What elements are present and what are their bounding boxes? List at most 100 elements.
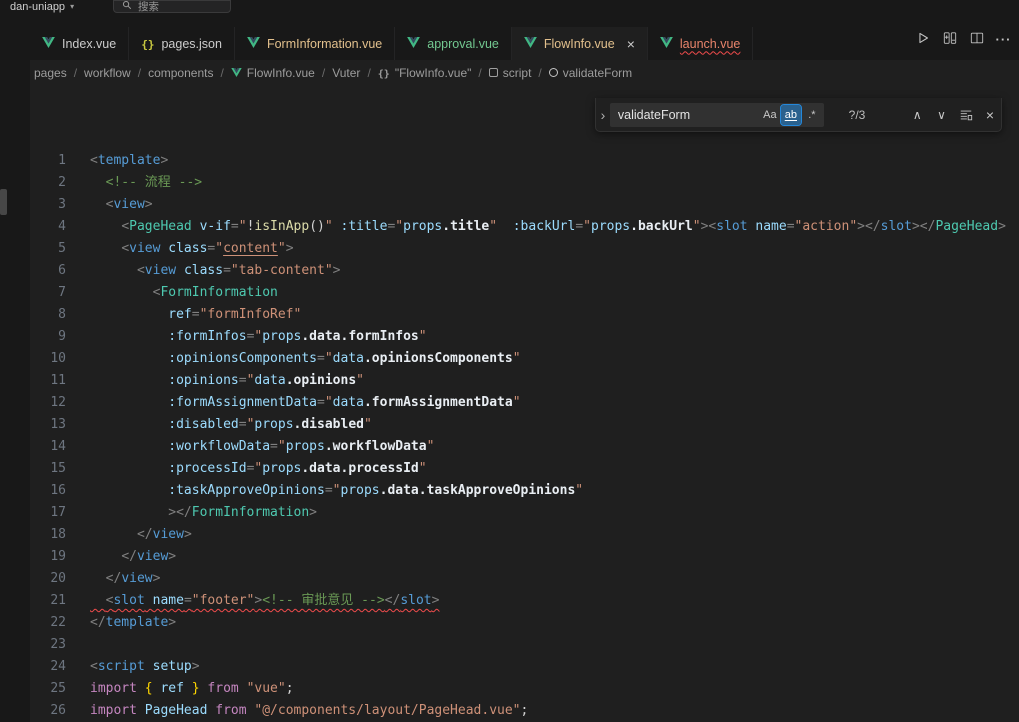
open-changes-button[interactable]: [936, 27, 963, 51]
tab-Index.vue[interactable]: Index.vue: [30, 27, 129, 60]
code-line[interactable]: 22</template>: [30, 612, 1019, 634]
sidebar-scrollbar-thumb[interactable]: [0, 189, 7, 215]
code-line[interactable]: 14 :workflowData="props.workflowData": [30, 436, 1019, 458]
code-line[interactable]: 19 </view>: [30, 546, 1019, 568]
breadcrumb: pages / workflow / components / FlowInfo.vue / V…: [30, 60, 1019, 86]
code-line[interactable]: 7 <FormInformation: [30, 282, 1019, 304]
close-find-widget-button[interactable]: ×: [979, 103, 1001, 127]
code-line[interactable]: 3 <view>: [30, 194, 1019, 216]
breadcrumb-separator: /: [478, 66, 481, 80]
breadcrumb-separator: /: [538, 66, 541, 80]
breadcrumb-label: FlowInfo.vue: [247, 66, 315, 80]
code-line[interactable]: 18 </view>: [30, 524, 1019, 546]
breadcrumb-separator: /: [220, 66, 223, 80]
code-text: import PageHead from "@/components/layou…: [66, 700, 528, 722]
tab-pages.json[interactable]: {}pages.json: [129, 27, 235, 60]
tab-FlowInfo.vue[interactable]: FlowInfo.vue×: [512, 27, 648, 60]
code-text: <script setup>: [66, 656, 200, 678]
breadcrumb-item-pages[interactable]: pages: [34, 66, 67, 80]
toggle-replace-icon[interactable]: ›: [596, 98, 610, 131]
line-number: 4: [30, 216, 66, 238]
line-number: 20: [30, 568, 66, 590]
sidebar-edge: [0, 13, 30, 722]
line-number: 5: [30, 238, 66, 260]
split-editor-button[interactable]: [963, 27, 990, 51]
code-text: <view>: [66, 194, 153, 216]
code-line[interactable]: 12 :formAssignmentData="data.formAssignm…: [30, 392, 1019, 414]
tab-label: Index.vue: [62, 37, 116, 51]
vue-file-icon: [524, 37, 537, 51]
run-icon: [916, 31, 930, 48]
breadcrumb-label: components: [148, 66, 213, 80]
next-match-button[interactable]: ∨: [930, 103, 952, 127]
previous-match-button[interactable]: ∧: [906, 103, 928, 127]
code-line[interactable]: 15 :processId="props.data.processId": [30, 458, 1019, 480]
line-number: 15: [30, 458, 66, 480]
code-line[interactable]: 9 :formInfos="props.data.formInfos": [30, 326, 1019, 348]
line-number: 24: [30, 656, 66, 678]
code-text: [66, 634, 90, 656]
code-line[interactable]: 13 :disabled="props.disabled": [30, 414, 1019, 436]
code-text: <slot name="footer"><!-- 审批意见 --></slot>: [66, 590, 439, 612]
code-line[interactable]: 1<template>: [30, 150, 1019, 172]
symbol-function-icon: [549, 66, 558, 80]
code-text: <!-- 流程 -->: [66, 172, 202, 194]
more-actions-button[interactable]: ···: [990, 27, 1017, 51]
match-case-button[interactable]: Aa: [760, 105, 780, 125]
code-text: :opinionsComponents="data.opinionsCompon…: [66, 348, 521, 370]
code-line[interactable]: 26import PageHead from "@/components/lay…: [30, 700, 1019, 722]
breadcrumb-item-components[interactable]: components: [148, 66, 213, 80]
code-text: </template>: [66, 612, 176, 634]
code-line[interactable]: 4 <PageHead v-if="!isInApp()" :title="pr…: [30, 216, 1019, 238]
breadcrumb-item-FlowInfo.vue[interactable]: FlowInfo.vue: [231, 66, 315, 80]
tab-label: approval.vue: [427, 37, 499, 51]
editor-pane[interactable]: 1<template>2 <!-- 流程 -->3 <view>4 <PageH…: [30, 86, 1019, 722]
line-number: 11: [30, 370, 66, 392]
code-text: </view>: [66, 568, 160, 590]
code-line[interactable]: 6 <view class="tab-content">: [30, 260, 1019, 282]
line-number: 12: [30, 392, 66, 414]
code-line[interactable]: 10 :opinionsComponents="data.opinionsCom…: [30, 348, 1019, 370]
breadcrumb-item-script[interactable]: script: [489, 66, 532, 80]
code-line[interactable]: 21 <slot name="footer"><!-- 审批意见 --></sl…: [30, 590, 1019, 612]
app-menu[interactable]: dan-uniapp ▾: [10, 0, 74, 13]
vue-file-icon: [231, 66, 242, 80]
breadcrumb-item-Vuter[interactable]: Vuter: [332, 66, 360, 80]
regex-button[interactable]: .*: [802, 105, 822, 125]
tab-bar-tabs: Index.vue {}pages.jsonFormInformation.vue…: [30, 27, 753, 60]
breadcrumb-separator: /: [138, 66, 141, 80]
titlebar-search-label: 搜索: [138, 0, 159, 13]
close-tab-icon[interactable]: ×: [627, 37, 635, 51]
line-number: 22: [30, 612, 66, 634]
code-line[interactable]: 25import { ref } from "vue";: [30, 678, 1019, 700]
breadcrumb-item-FlowInfo.vue[interactable]: {}"FlowInfo.vue": [378, 66, 472, 80]
code-line[interactable]: 24<script setup>: [30, 656, 1019, 678]
code-line[interactable]: 11 :opinions="data.opinions": [30, 370, 1019, 392]
line-number: 26: [30, 700, 66, 722]
run-button[interactable]: [909, 27, 936, 51]
code-text: <FormInformation: [66, 282, 278, 304]
code-text: :workflowData="props.workflowData": [66, 436, 434, 458]
code-area[interactable]: 1<template>2 <!-- 流程 -->3 <view>4 <PageH…: [30, 86, 1019, 722]
tab-FormInformation.vue[interactable]: FormInformation.vue: [235, 27, 395, 60]
line-number: 1: [30, 150, 66, 172]
json-file-icon: {}: [141, 37, 154, 51]
tab-approval.vue[interactable]: approval.vue: [395, 27, 512, 60]
code-line[interactable]: 2 <!-- 流程 -->: [30, 172, 1019, 194]
breadcrumb-item-workflow[interactable]: workflow: [84, 66, 131, 80]
code-line[interactable]: 5 <view class="content">: [30, 238, 1019, 260]
find-in-selection-button[interactable]: [955, 103, 977, 127]
tab-launch.vue[interactable]: launch.vue: [648, 27, 753, 60]
whole-word-button[interactable]: ab: [781, 105, 801, 125]
breadcrumb-label: script: [503, 66, 532, 80]
find-widget: › Aa ab .* ?/3 ∧ ∨ ×: [595, 98, 1002, 132]
code-line[interactable]: 23: [30, 634, 1019, 656]
code-text: :processId="props.data.processId": [66, 458, 427, 480]
code-line[interactable]: 17 ></FormInformation>: [30, 502, 1019, 524]
find-input[interactable]: [618, 108, 759, 122]
code-line[interactable]: 16 :taskApproveOpinions="props.data.task…: [30, 480, 1019, 502]
titlebar-search-box[interactable]: 搜索: [113, 0, 231, 13]
code-line[interactable]: 20 </view>: [30, 568, 1019, 590]
breadcrumb-item-validateForm[interactable]: validateForm: [549, 66, 632, 80]
code-line[interactable]: 8 ref="formInfoRef": [30, 304, 1019, 326]
